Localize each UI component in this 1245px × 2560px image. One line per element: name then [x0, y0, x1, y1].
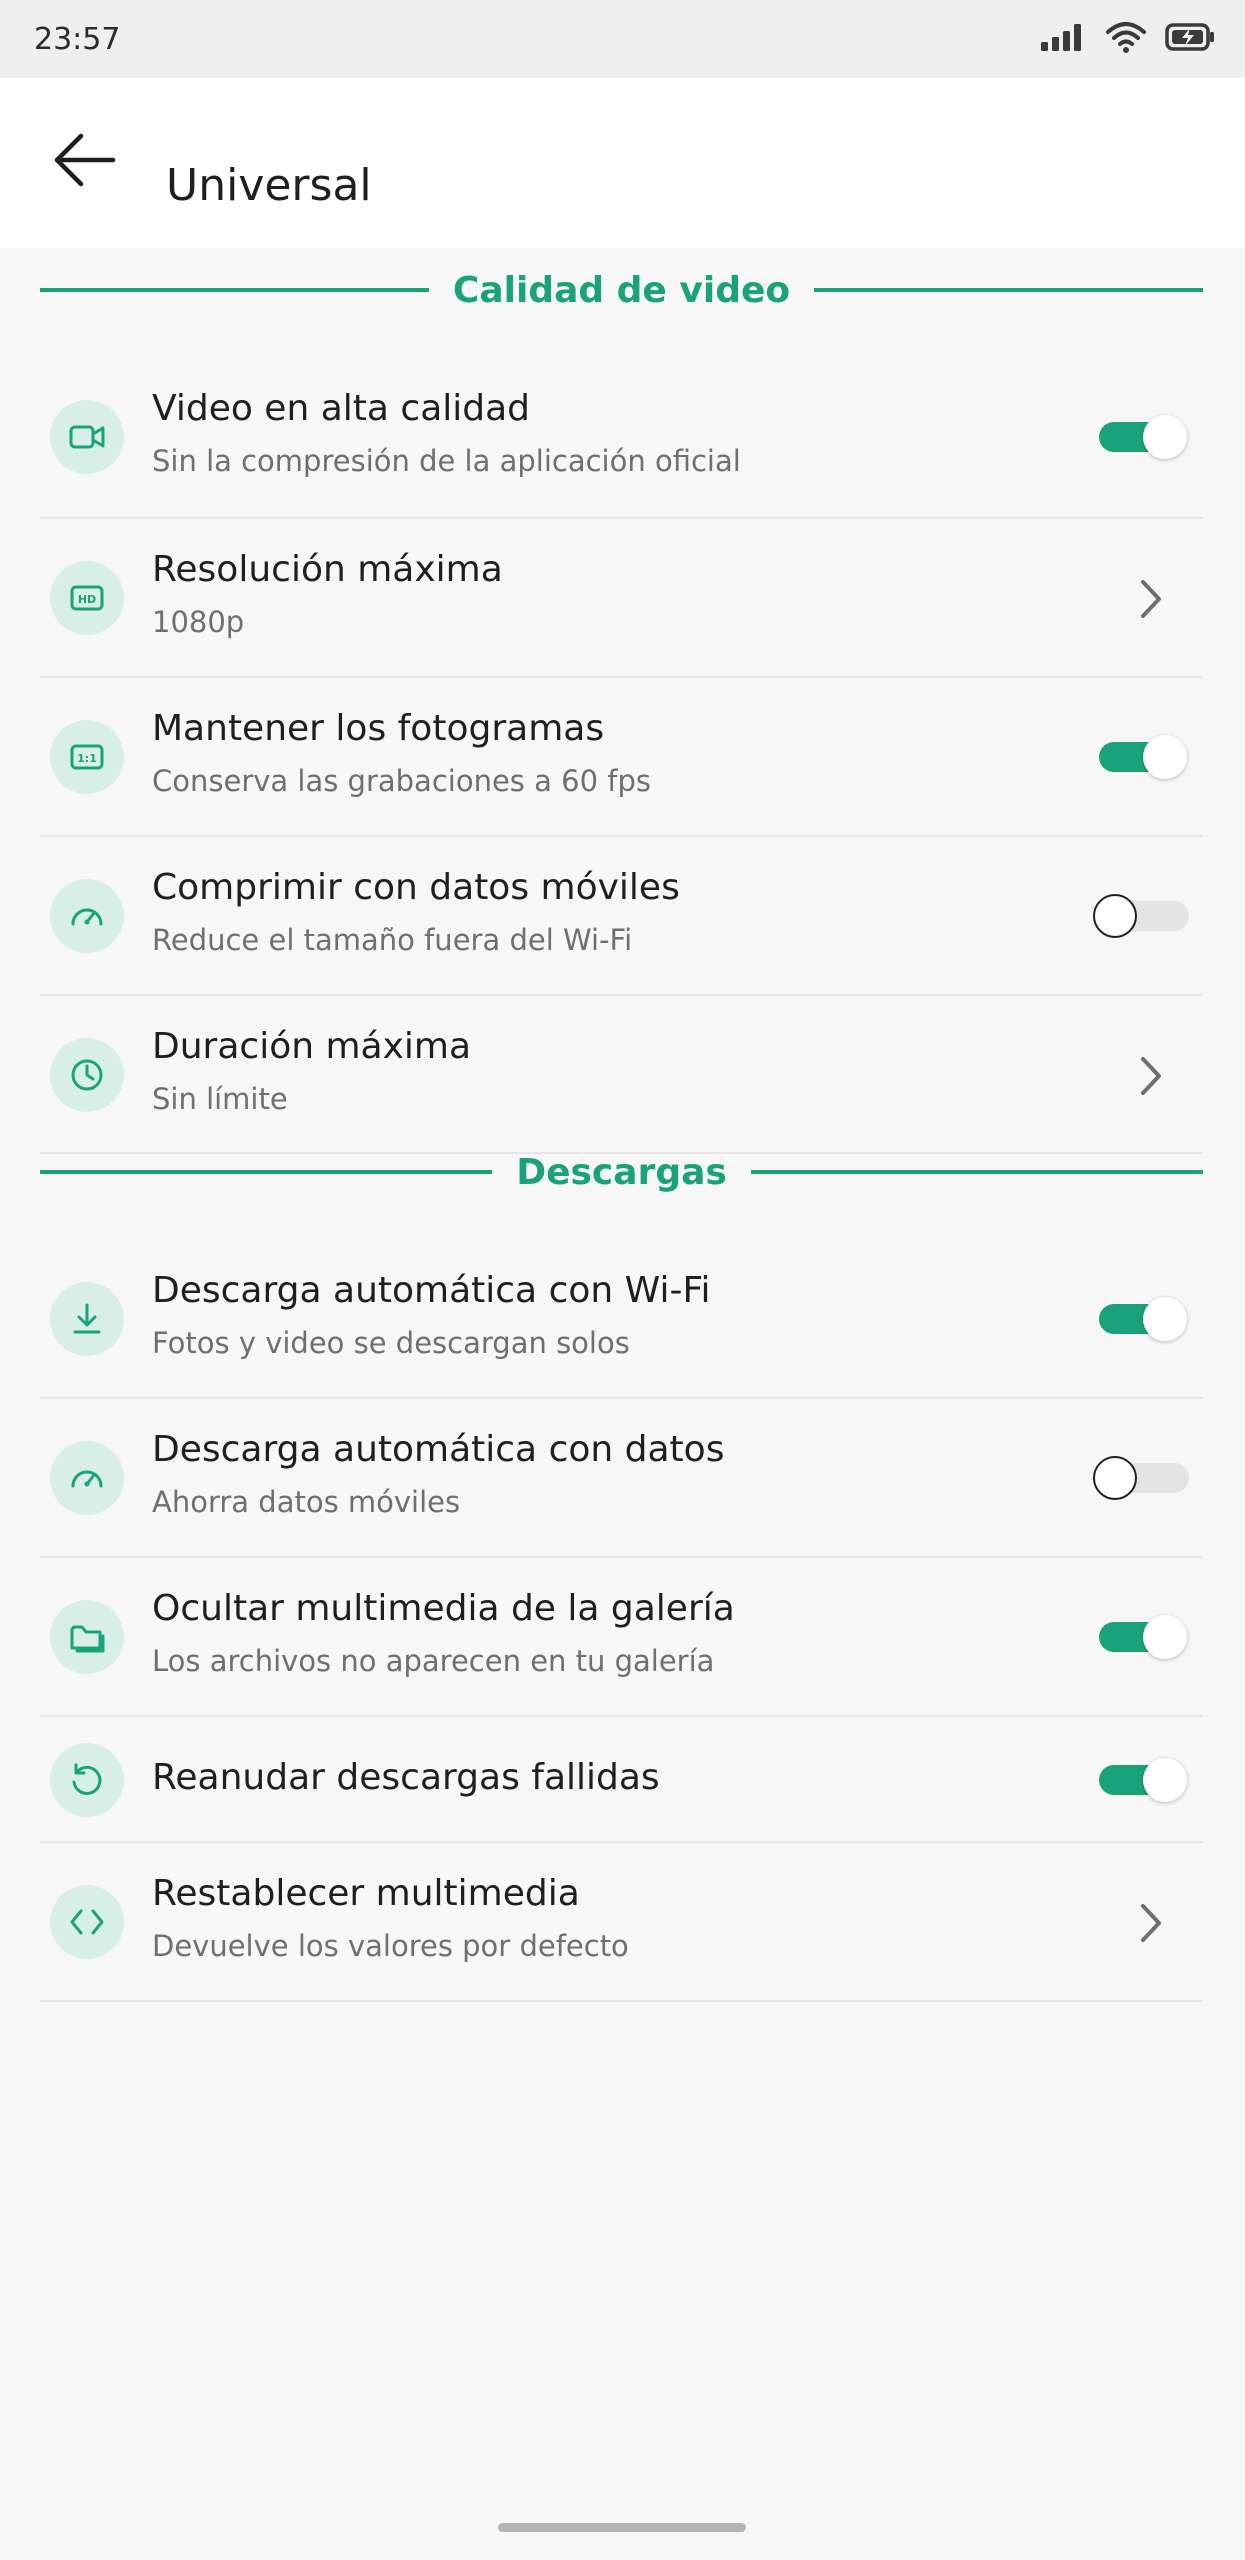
svg-text:1:1: 1:1 — [77, 752, 97, 765]
aspect-ratio-icon: 1:1 — [50, 720, 124, 794]
section-header-downloads: Descargas — [40, 1140, 1204, 1204]
speedometer-icon — [50, 879, 124, 953]
toggle-knob — [1143, 1758, 1187, 1802]
setting-subtitle: 1080p — [152, 605, 245, 639]
back-button[interactable] — [44, 126, 124, 198]
wifi-icon — [1105, 20, 1147, 58]
app-bar: Universal — [0, 78, 1245, 248]
toggle-switch[interactable] — [1099, 730, 1187, 782]
setting-subtitle: Sin límite — [152, 1082, 288, 1116]
toggle-switch[interactable] — [1093, 1451, 1189, 1503]
toggle-switch[interactable] — [1093, 889, 1189, 941]
setting-compress-mobile-data[interactable]: Comprimir con datos móviles Reduce el ta… — [40, 837, 1203, 996]
setting-subtitle: Sin la compresión de la aplicación ofici… — [152, 444, 741, 478]
toggle-switch[interactable] — [1099, 1610, 1187, 1662]
setting-subtitle: Conserva las grabaciones a 60 fps — [152, 764, 651, 798]
setting-title: Mantener los fotogramas — [152, 708, 605, 749]
status-bar: 23:57 — [0, 0, 1245, 78]
setting-subtitle: Los archivos no aparecen en tu galería — [152, 1644, 715, 1678]
setting-keep-framerate[interactable]: 1:1 Mantener los fotogramas Conserva las… — [40, 678, 1203, 837]
toggle-switch[interactable] — [1099, 410, 1187, 462]
status-icons — [1039, 18, 1215, 60]
section-divider — [814, 288, 1204, 292]
setting-title: Duración máxima — [152, 1026, 472, 1067]
toggle-knob — [1143, 1297, 1187, 1341]
setting-subtitle: Reduce el tamaño fuera del Wi-Fi — [152, 923, 633, 957]
setting-reset-media[interactable]: Restablecer multimedia Devuelve los valo… — [40, 1843, 1203, 2002]
chevron-right-icon — [1131, 1899, 1171, 1947]
section-divider — [40, 1170, 493, 1174]
section-divider — [40, 288, 429, 292]
setting-title: Resolución máxima — [152, 549, 503, 590]
setting-title: Ocultar multimedia de la galería — [152, 1588, 735, 1629]
section-title-downloads: Descargas — [516, 1151, 727, 1193]
status-time: 23:57 — [34, 22, 121, 57]
setting-title: Descarga automática con Wi-Fi — [152, 1270, 711, 1311]
setting-title: Restablecer multimedia — [152, 1873, 580, 1914]
setting-subtitle: Ahorra datos móviles — [152, 1485, 461, 1519]
svg-text:HD: HD — [78, 593, 96, 606]
code-icon — [50, 1885, 124, 1959]
setting-hide-media-gallery[interactable]: Ocultar multimedia de la galería Los arc… — [40, 1558, 1203, 1717]
video-camera-icon — [50, 400, 124, 474]
setting-subtitle: Fotos y video se descargan solos — [152, 1326, 630, 1360]
chevron-right-icon — [1131, 1052, 1171, 1100]
setting-auto-download-wifi[interactable]: Descarga automática con Wi-Fi Fotos y vi… — [40, 1240, 1203, 1399]
page-title: Universal — [166, 160, 372, 211]
arrow-left-icon — [51, 130, 117, 194]
clock-icon — [50, 1038, 124, 1112]
setting-max-duration[interactable]: Duración máxima Sin límite — [40, 996, 1203, 1154]
setting-auto-download-data[interactable]: Descarga automática con datos Ahorra dat… — [40, 1399, 1203, 1558]
folder-icon — [50, 1600, 124, 1674]
setting-resume-failed-downloads[interactable]: Reanudar descargas fallidas — [40, 1717, 1203, 1843]
setting-title: Descarga automática con datos — [152, 1429, 725, 1470]
signal-icon — [1039, 22, 1087, 56]
setting-subtitle: Devuelve los valores por defecto — [152, 1929, 629, 1963]
download-icon — [50, 1282, 124, 1356]
section-divider — [750, 1170, 1204, 1174]
retry-icon — [50, 1743, 124, 1817]
setting-title: Comprimir con datos móviles — [152, 867, 680, 908]
home-indicator[interactable] — [498, 2523, 746, 2532]
toggle-switch[interactable] — [1099, 1292, 1187, 1344]
toggle-knob — [1093, 1456, 1137, 1500]
section-title-video: Calidad de video — [452, 269, 791, 311]
setting-video-high-quality[interactable]: Video en alta calidad Sin la compresión … — [40, 358, 1203, 519]
toggle-knob — [1143, 735, 1187, 779]
toggle-switch[interactable] — [1099, 1753, 1187, 1805]
setting-title: Video en alta calidad — [152, 388, 531, 429]
toggle-knob — [1143, 1615, 1187, 1659]
toggle-knob — [1143, 415, 1187, 459]
toggle-knob — [1093, 894, 1137, 938]
chevron-right-icon — [1131, 575, 1171, 623]
speedometer-icon — [50, 1441, 124, 1515]
setting-max-resolution[interactable]: HD Resolución máxima 1080p — [40, 519, 1203, 678]
section-header-video: Calidad de video — [40, 258, 1204, 322]
battery-charging-icon — [1165, 22, 1215, 56]
setting-title: Reanudar descargas fallidas — [152, 1757, 660, 1798]
hd-icon: HD — [50, 561, 124, 635]
